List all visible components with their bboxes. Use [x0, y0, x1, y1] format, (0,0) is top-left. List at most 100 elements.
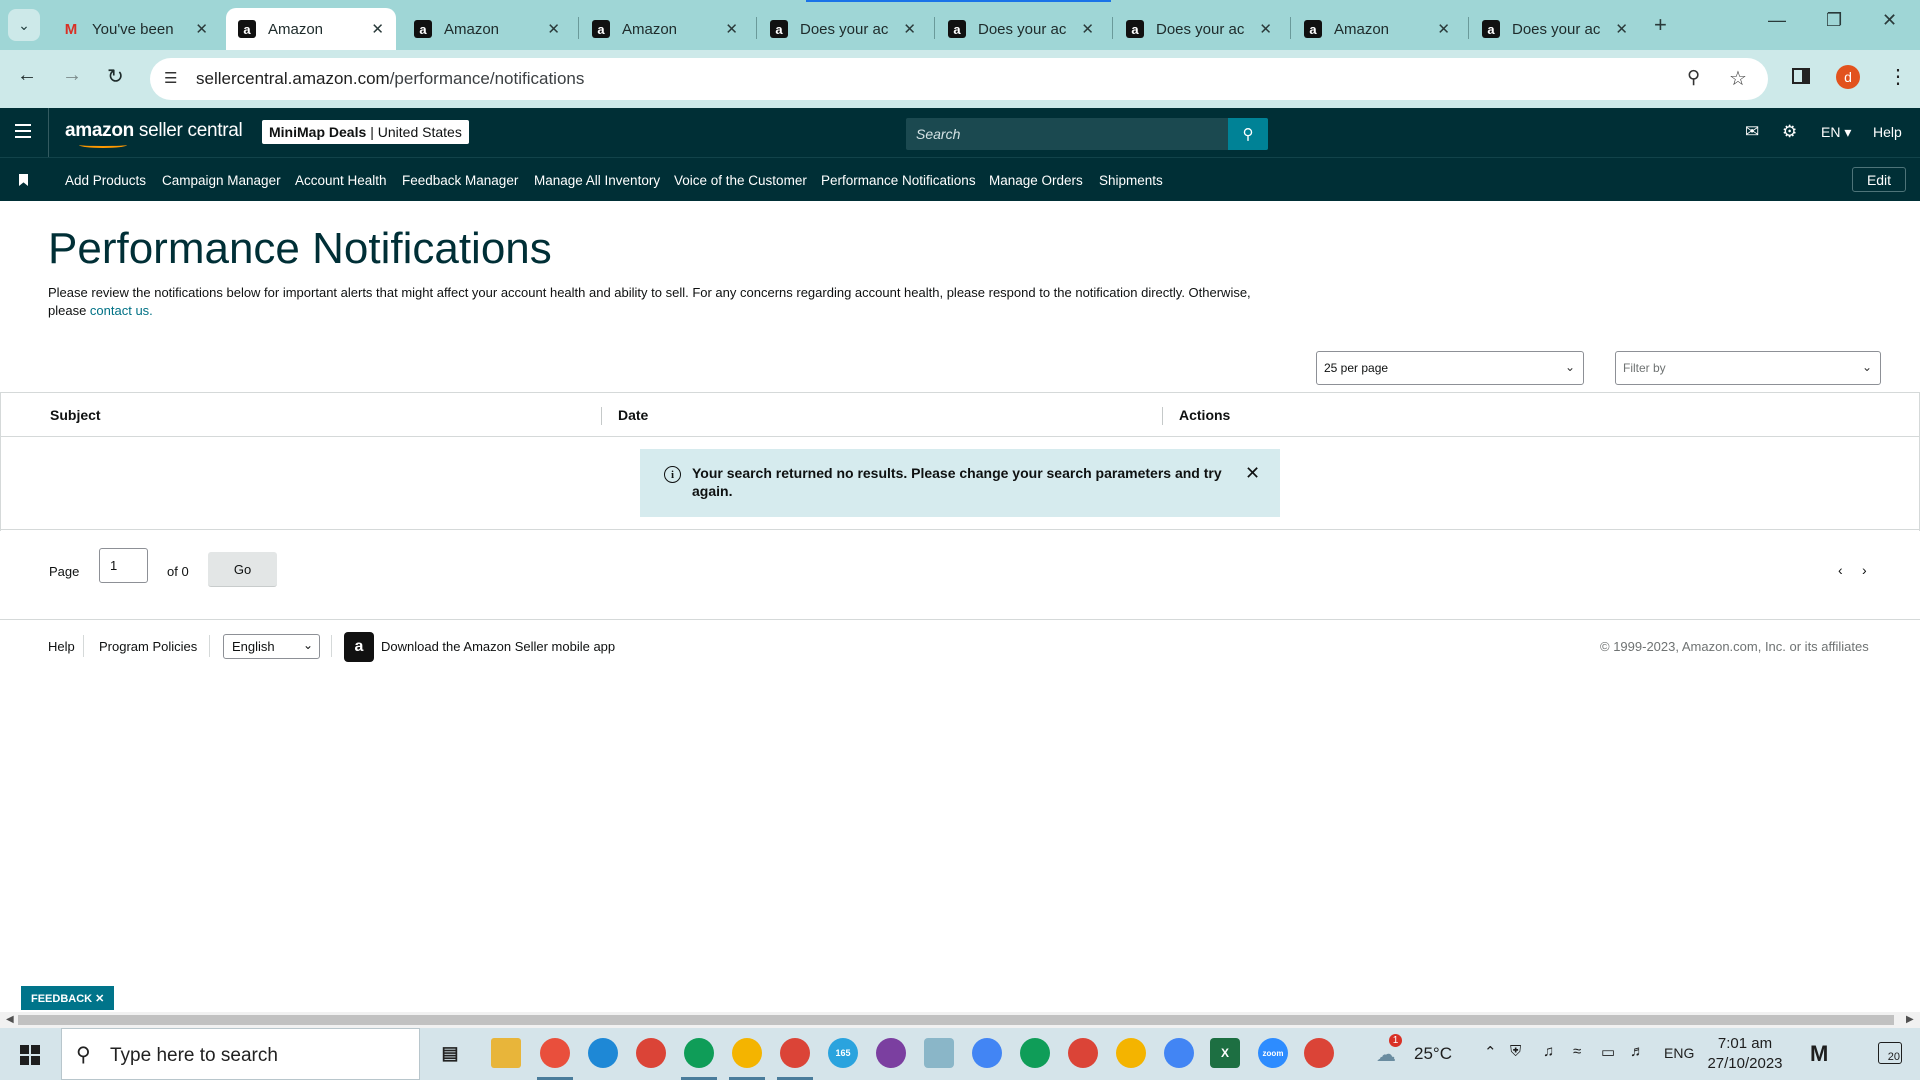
- nav-item-add-products[interactable]: Add Products: [65, 173, 146, 188]
- mail-icon[interactable]: ✉: [1745, 122, 1759, 142]
- header-search-input[interactable]: Search ⚲: [906, 118, 1268, 150]
- contact-us-link[interactable]: contact us.: [90, 303, 153, 318]
- speaker-icon[interactable]: ♬: [1630, 1043, 1645, 1060]
- per-page-select[interactable]: 25 per page ⌄: [1316, 351, 1584, 385]
- address-bar[interactable]: ☰ sellercentral.amazon.com/performance/n…: [150, 58, 1768, 100]
- taskbar-search-box[interactable]: ⚲ Type here to search: [61, 1028, 420, 1080]
- gear-icon[interactable]: ⚙: [1782, 122, 1797, 142]
- scroll-left-icon[interactable]: ◀: [6, 1014, 14, 1025]
- battery-icon[interactable]: ▭: [1601, 1043, 1615, 1061]
- app-tray-icon[interactable]: M: [1810, 1041, 1828, 1067]
- bookmark-icon[interactable]: [19, 174, 28, 186]
- tab-close-icon[interactable]: ✕: [725, 20, 738, 38]
- page-number-input[interactable]: [99, 548, 148, 583]
- back-arrow-icon[interactable]: ←: [17, 64, 37, 87]
- browser-tab-amazon[interactable]: a Amazon ✕: [402, 8, 572, 50]
- go-button[interactable]: Go: [208, 552, 277, 587]
- column-header-date[interactable]: Date: [618, 407, 648, 423]
- windows-start-icon[interactable]: [20, 1045, 40, 1065]
- site-settings-icon[interactable]: ☰: [164, 69, 177, 87]
- nav-item-manage-orders[interactable]: Manage Orders: [989, 173, 1083, 188]
- tab-close-icon[interactable]: ✕: [1081, 20, 1094, 38]
- excel-icon[interactable]: X: [1210, 1038, 1240, 1068]
- forward-arrow-icon[interactable]: →: [62, 64, 82, 87]
- chrome-icon[interactable]: [876, 1038, 906, 1068]
- search-icon[interactable]: ⚲: [1228, 118, 1268, 150]
- chevron-right-icon[interactable]: ›: [1862, 562, 1867, 578]
- scrollbar-thumb[interactable]: [18, 1015, 1894, 1025]
- program-policies-link[interactable]: Program Policies: [99, 639, 197, 654]
- chrome-icon[interactable]: [1304, 1038, 1334, 1068]
- tab-close-icon[interactable]: ✕: [195, 20, 208, 38]
- download-app-link[interactable]: Download the Amazon Seller mobile app: [381, 639, 615, 654]
- seller-central-logo[interactable]: amazon seller central: [65, 120, 243, 148]
- nav-item-manage-all-inventory[interactable]: Manage All Inventory: [534, 173, 660, 188]
- zoom-app-icon[interactable]: zoom: [1258, 1038, 1288, 1068]
- browser-tab-does-your-account[interactable]: a Does your ac ✕: [1114, 8, 1284, 50]
- new-tab-plus-icon[interactable]: +: [1654, 12, 1667, 38]
- browser-tab-amazon-active[interactable]: a Amazon ✕: [226, 8, 396, 50]
- chrome-icon[interactable]: [1068, 1038, 1098, 1068]
- browser-tab-amazon[interactable]: a Amazon ✕: [1292, 8, 1462, 50]
- microphone-icon[interactable]: ♫: [1543, 1043, 1554, 1060]
- notepad-icon[interactable]: [924, 1038, 954, 1068]
- profile-avatar[interactable]: d: [1836, 65, 1860, 89]
- filter-by-select[interactable]: Filter by ⌄: [1615, 351, 1881, 385]
- minimize-icon[interactable]: —: [1768, 10, 1786, 31]
- bookmark-star-icon[interactable]: ☆: [1729, 66, 1747, 91]
- side-panel-icon[interactable]: [1792, 68, 1810, 84]
- tab-close-icon[interactable]: ✕: [1615, 20, 1628, 38]
- tab-search-chevron-icon[interactable]: ⌄: [8, 9, 40, 41]
- nav-item-campaign-manager[interactable]: Campaign Manager: [162, 173, 281, 188]
- hamburger-menu-icon[interactable]: [15, 124, 31, 138]
- wifi-icon[interactable]: ≈: [1573, 1043, 1581, 1060]
- url-text[interactable]: sellercentral.amazon.com/performance/not…: [196, 69, 584, 89]
- reload-icon[interactable]: ↻: [107, 64, 124, 89]
- browser-tab-gmail[interactable]: M You've been ✕: [50, 8, 220, 50]
- tab-close-icon[interactable]: ✕: [547, 20, 560, 38]
- footer-language-select[interactable]: English ⌄: [223, 634, 320, 659]
- chrome-icon[interactable]: [780, 1038, 810, 1068]
- column-header-subject[interactable]: Subject: [50, 407, 101, 423]
- restore-icon[interactable]: ❐: [1826, 10, 1842, 31]
- horizontal-scrollbar[interactable]: ◀ ▶: [0, 1012, 1920, 1028]
- task-view-icon[interactable]: ▤: [435, 1038, 465, 1068]
- footer-help-link[interactable]: Help: [48, 639, 75, 654]
- amazon-seller-app-icon[interactable]: a: [344, 632, 374, 662]
- tab-close-icon[interactable]: ✕: [371, 20, 384, 38]
- tab-close-icon[interactable]: ✕: [903, 20, 916, 38]
- browser-tab-amazon[interactable]: a Amazon ✕: [580, 8, 750, 50]
- chrome-icon[interactable]: [636, 1038, 666, 1068]
- file-explorer-icon[interactable]: [491, 1038, 521, 1068]
- nav-item-shipments[interactable]: Shipments: [1099, 173, 1163, 188]
- notification-center-icon[interactable]: 20: [1878, 1042, 1902, 1064]
- store-switcher[interactable]: MiniMap Deals | United States: [262, 120, 469, 144]
- zoom-icon[interactable]: ⚲: [1687, 67, 1700, 88]
- nav-item-voice-of-the-customer[interactable]: Voice of the Customer: [674, 173, 807, 188]
- weather-temperature[interactable]: 25°C: [1414, 1044, 1452, 1064]
- nav-item-feedback-manager[interactable]: Feedback Manager: [402, 173, 518, 188]
- browser-tab-does-your-account[interactable]: a Does your ac ✕: [1470, 8, 1640, 50]
- system-clock[interactable]: 7:01 am 27/10/2023: [1690, 1034, 1800, 1074]
- edge-icon[interactable]: [588, 1038, 618, 1068]
- chrome-icon[interactable]: [1020, 1038, 1050, 1068]
- window-close-icon[interactable]: ✕: [1882, 10, 1897, 31]
- scroll-right-icon[interactable]: ▶: [1906, 1014, 1914, 1025]
- edit-nav-button[interactable]: Edit: [1852, 167, 1906, 192]
- nav-item-account-health[interactable]: Account Health: [295, 173, 387, 188]
- feedback-tab[interactable]: FEEDBACK ✕: [21, 986, 115, 1010]
- chrome-icon[interactable]: [1116, 1038, 1146, 1068]
- help-link[interactable]: Help: [1873, 124, 1902, 140]
- browser-tab-does-your-account[interactable]: a Does your ac ✕: [758, 8, 928, 50]
- chrome-icon[interactable]: [1164, 1038, 1194, 1068]
- snipping-tool-icon[interactable]: [540, 1038, 570, 1068]
- chevron-up-icon[interactable]: ⌃: [1484, 1043, 1497, 1061]
- security-icon[interactable]: ⛨: [1510, 1043, 1521, 1060]
- chrome-icon[interactable]: [972, 1038, 1002, 1068]
- nav-item-performance-notifications[interactable]: Performance Notifications: [821, 173, 976, 188]
- alert-close-icon[interactable]: ✕: [1245, 463, 1260, 484]
- chrome-icon[interactable]: [732, 1038, 762, 1068]
- browser-tab-does-your-account[interactable]: a Does your ac ✕: [936, 8, 1106, 50]
- browser-menu-icon[interactable]: ⋮: [1888, 64, 1908, 89]
- chrome-icon[interactable]: [684, 1038, 714, 1068]
